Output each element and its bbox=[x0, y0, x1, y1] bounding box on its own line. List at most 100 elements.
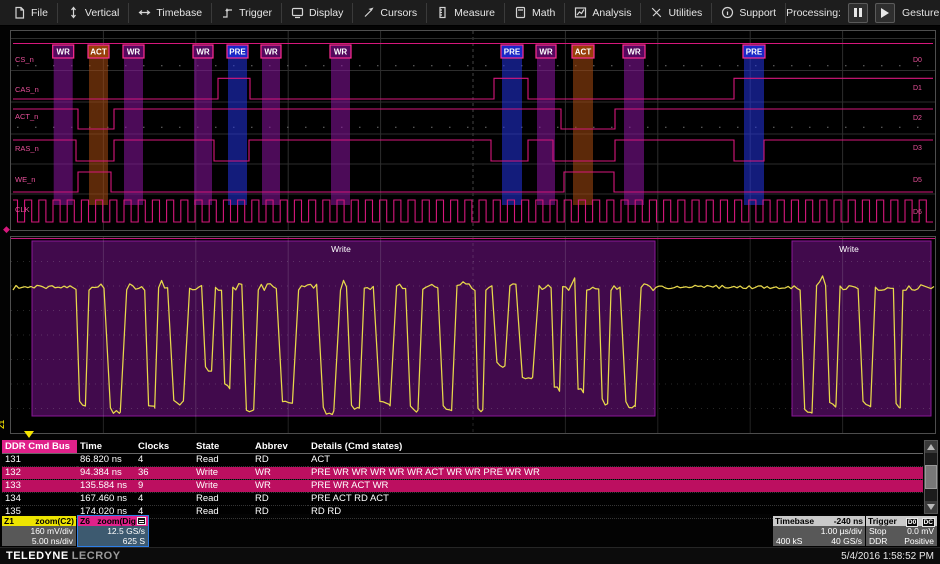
datetime-display: 5/4/2016 1:58:52 PM bbox=[841, 551, 934, 562]
command-band-wr bbox=[624, 45, 644, 205]
bus-label-d2: D2 bbox=[913, 115, 922, 122]
trigger-slope: Positive bbox=[904, 536, 934, 546]
bus-label-d5: D5 bbox=[913, 177, 922, 184]
z1-tdiv: 5.00 ns/div bbox=[5, 536, 73, 546]
timebase-box[interactable]: Timebase -240 ns 1.00 µs/div 400 kS 40 G… bbox=[773, 516, 865, 546]
analog-zoom-panel[interactable]: WriteWrite bbox=[10, 236, 936, 434]
command-band-act bbox=[573, 45, 593, 205]
command-band-act bbox=[89, 45, 108, 205]
ddr-decode-table[interactable]: DDR Cmd BusTimeClocksStateAbbrevDetails … bbox=[2, 440, 923, 514]
svg-text:ACT: ACT bbox=[90, 48, 107, 57]
z1-axis-label: Z1 bbox=[0, 420, 6, 429]
pause-button[interactable] bbox=[848, 3, 868, 23]
arrow-up-icon bbox=[927, 444, 935, 450]
z6-id: Z6 bbox=[80, 516, 90, 526]
file-icon bbox=[13, 6, 26, 19]
channel-label-cas_n: CAS_n bbox=[15, 85, 39, 94]
menu-item-label: Math bbox=[532, 7, 555, 19]
column-header[interactable]: Time bbox=[77, 440, 135, 454]
digital-timing-panel[interactable]: WRACTWRWRPREWRWRPREWRACTWRPRECS_nD0CAS_n… bbox=[10, 30, 936, 231]
trigger-icon bbox=[221, 6, 234, 19]
menu-item-analysis[interactable]: Analysis bbox=[565, 3, 641, 23]
bus-label-d0: D0 bbox=[913, 57, 922, 64]
command-band-wr bbox=[537, 45, 555, 205]
channel-label-clk: CLK bbox=[15, 205, 30, 214]
bus-label-d3: D3 bbox=[913, 145, 922, 152]
channel-label-act_n: ACT_n bbox=[15, 112, 38, 121]
column-header[interactable]: Abbrev bbox=[252, 440, 308, 454]
menu-item-display[interactable]: Display bbox=[282, 3, 353, 23]
svg-text:PRE: PRE bbox=[229, 48, 246, 57]
z6-rate: 12.5 GS/s bbox=[81, 526, 145, 536]
processing-label: Processing: bbox=[786, 7, 841, 19]
svg-text:ACT: ACT bbox=[575, 48, 592, 57]
scroll-down-button[interactable] bbox=[925, 501, 937, 513]
z6-descriptor-box[interactable]: Z6 zoom(Dig 12.5 GS/s 625 S bbox=[77, 515, 149, 547]
table-scrollbar[interactable] bbox=[924, 440, 938, 514]
column-header[interactable]: Details (Cmd states) bbox=[308, 440, 923, 454]
command-band-wr bbox=[124, 45, 143, 205]
timebase-icon bbox=[138, 6, 151, 19]
scrollbar-thumb[interactable] bbox=[925, 465, 937, 489]
status-bar: TELEDYNELECROY 5/4/2016 1:58:52 PM bbox=[0, 547, 940, 564]
bus-label-d1: D1 bbox=[913, 85, 922, 92]
menu-item-trigger[interactable]: Trigger bbox=[212, 3, 282, 23]
z6-source: zoom(Dig bbox=[97, 516, 136, 526]
menu-item-label: Measure bbox=[454, 7, 495, 19]
svg-text:PRE: PRE bbox=[746, 48, 763, 57]
menu-item-label: Timebase bbox=[156, 7, 202, 19]
svg-text:WR: WR bbox=[196, 48, 210, 57]
digital-group-icon bbox=[137, 517, 146, 525]
svg-text:WR: WR bbox=[127, 48, 141, 57]
channel-label-ras_n: RAS_n bbox=[15, 144, 39, 153]
support-icon bbox=[721, 6, 734, 19]
table-row-134[interactable]: 134167.460 ns4ReadRDPRE ACT RD ACT bbox=[2, 493, 923, 506]
menu-item-label: Utilities bbox=[668, 7, 702, 19]
play-button[interactable] bbox=[875, 3, 895, 23]
menu-item-vertical[interactable]: Vertical bbox=[58, 3, 129, 23]
z1-trace-marker[interactable] bbox=[24, 431, 34, 438]
measure-icon bbox=[436, 6, 449, 19]
z1-id: Z1 bbox=[4, 516, 14, 526]
menu-item-file[interactable]: File bbox=[4, 3, 58, 23]
column-header[interactable]: Clocks bbox=[135, 440, 193, 454]
menu-item-measure[interactable]: Measure bbox=[427, 3, 505, 23]
trigger-box[interactable]: Trigger D0 DC Stop 0.0 mV DDR Positive bbox=[866, 516, 937, 546]
digital-trace-marker[interactable]: ◆ bbox=[3, 224, 10, 235]
menu-item-label: Display bbox=[309, 7, 343, 19]
utilities-icon bbox=[650, 6, 663, 19]
z1-vdiv: 160 mV/div bbox=[5, 526, 73, 536]
vertical-icon bbox=[67, 6, 80, 19]
table-row-132[interactable]: 13294.384 ns36WriteWRPRE WR WR WR WR WR … bbox=[2, 467, 923, 480]
gesture-label: Gesture bbox=[902, 7, 939, 19]
menu-item-utilities[interactable]: Utilities bbox=[641, 3, 712, 23]
column-header[interactable]: State bbox=[193, 440, 252, 454]
table-row-131[interactable]: 13186.820 ns4ReadRDACT bbox=[2, 454, 923, 467]
menu-item-math[interactable]: Math bbox=[505, 3, 565, 23]
command-band-pre bbox=[744, 45, 764, 205]
timebase-perdiv: 1.00 µs/div bbox=[776, 526, 862, 536]
scrollbar-track[interactable] bbox=[925, 453, 937, 501]
pause-icon bbox=[854, 8, 862, 17]
svg-text:WR: WR bbox=[264, 48, 278, 57]
decode-table[interactable]: DDR Cmd BusTimeClocksStateAbbrevDetails … bbox=[2, 440, 923, 519]
command-band-pre bbox=[502, 45, 522, 205]
menu-item-support[interactable]: Support bbox=[712, 3, 786, 23]
menu-item-cursors[interactable]: Cursors bbox=[353, 3, 427, 23]
z1-descriptor-box[interactable]: Z1 zoom(C2) 160 mV/div 5.00 ns/div bbox=[2, 516, 76, 546]
menu-item-label: Trigger bbox=[239, 7, 272, 19]
menu-item-timebase[interactable]: Timebase bbox=[129, 3, 212, 23]
svg-text:WR: WR bbox=[539, 48, 553, 57]
command-band-wr bbox=[331, 45, 350, 205]
z6-samples: 625 S bbox=[81, 536, 145, 546]
table-title[interactable]: DDR Cmd Bus bbox=[2, 440, 77, 454]
menu-bar: FileVertical Timebase Trigger Display Cursor… bbox=[0, 0, 940, 26]
z1-source: zoom(C2) bbox=[35, 516, 74, 526]
trigger-mode: Stop bbox=[869, 526, 887, 536]
write-region-label: Write bbox=[331, 244, 351, 254]
math-icon bbox=[514, 6, 527, 19]
menu-item-label: Cursors bbox=[380, 7, 417, 19]
analysis-icon bbox=[574, 6, 587, 19]
scroll-up-button[interactable] bbox=[925, 441, 937, 453]
table-row-133[interactable]: 133135.584 ns9WriteWRPRE WR ACT WR bbox=[2, 480, 923, 493]
